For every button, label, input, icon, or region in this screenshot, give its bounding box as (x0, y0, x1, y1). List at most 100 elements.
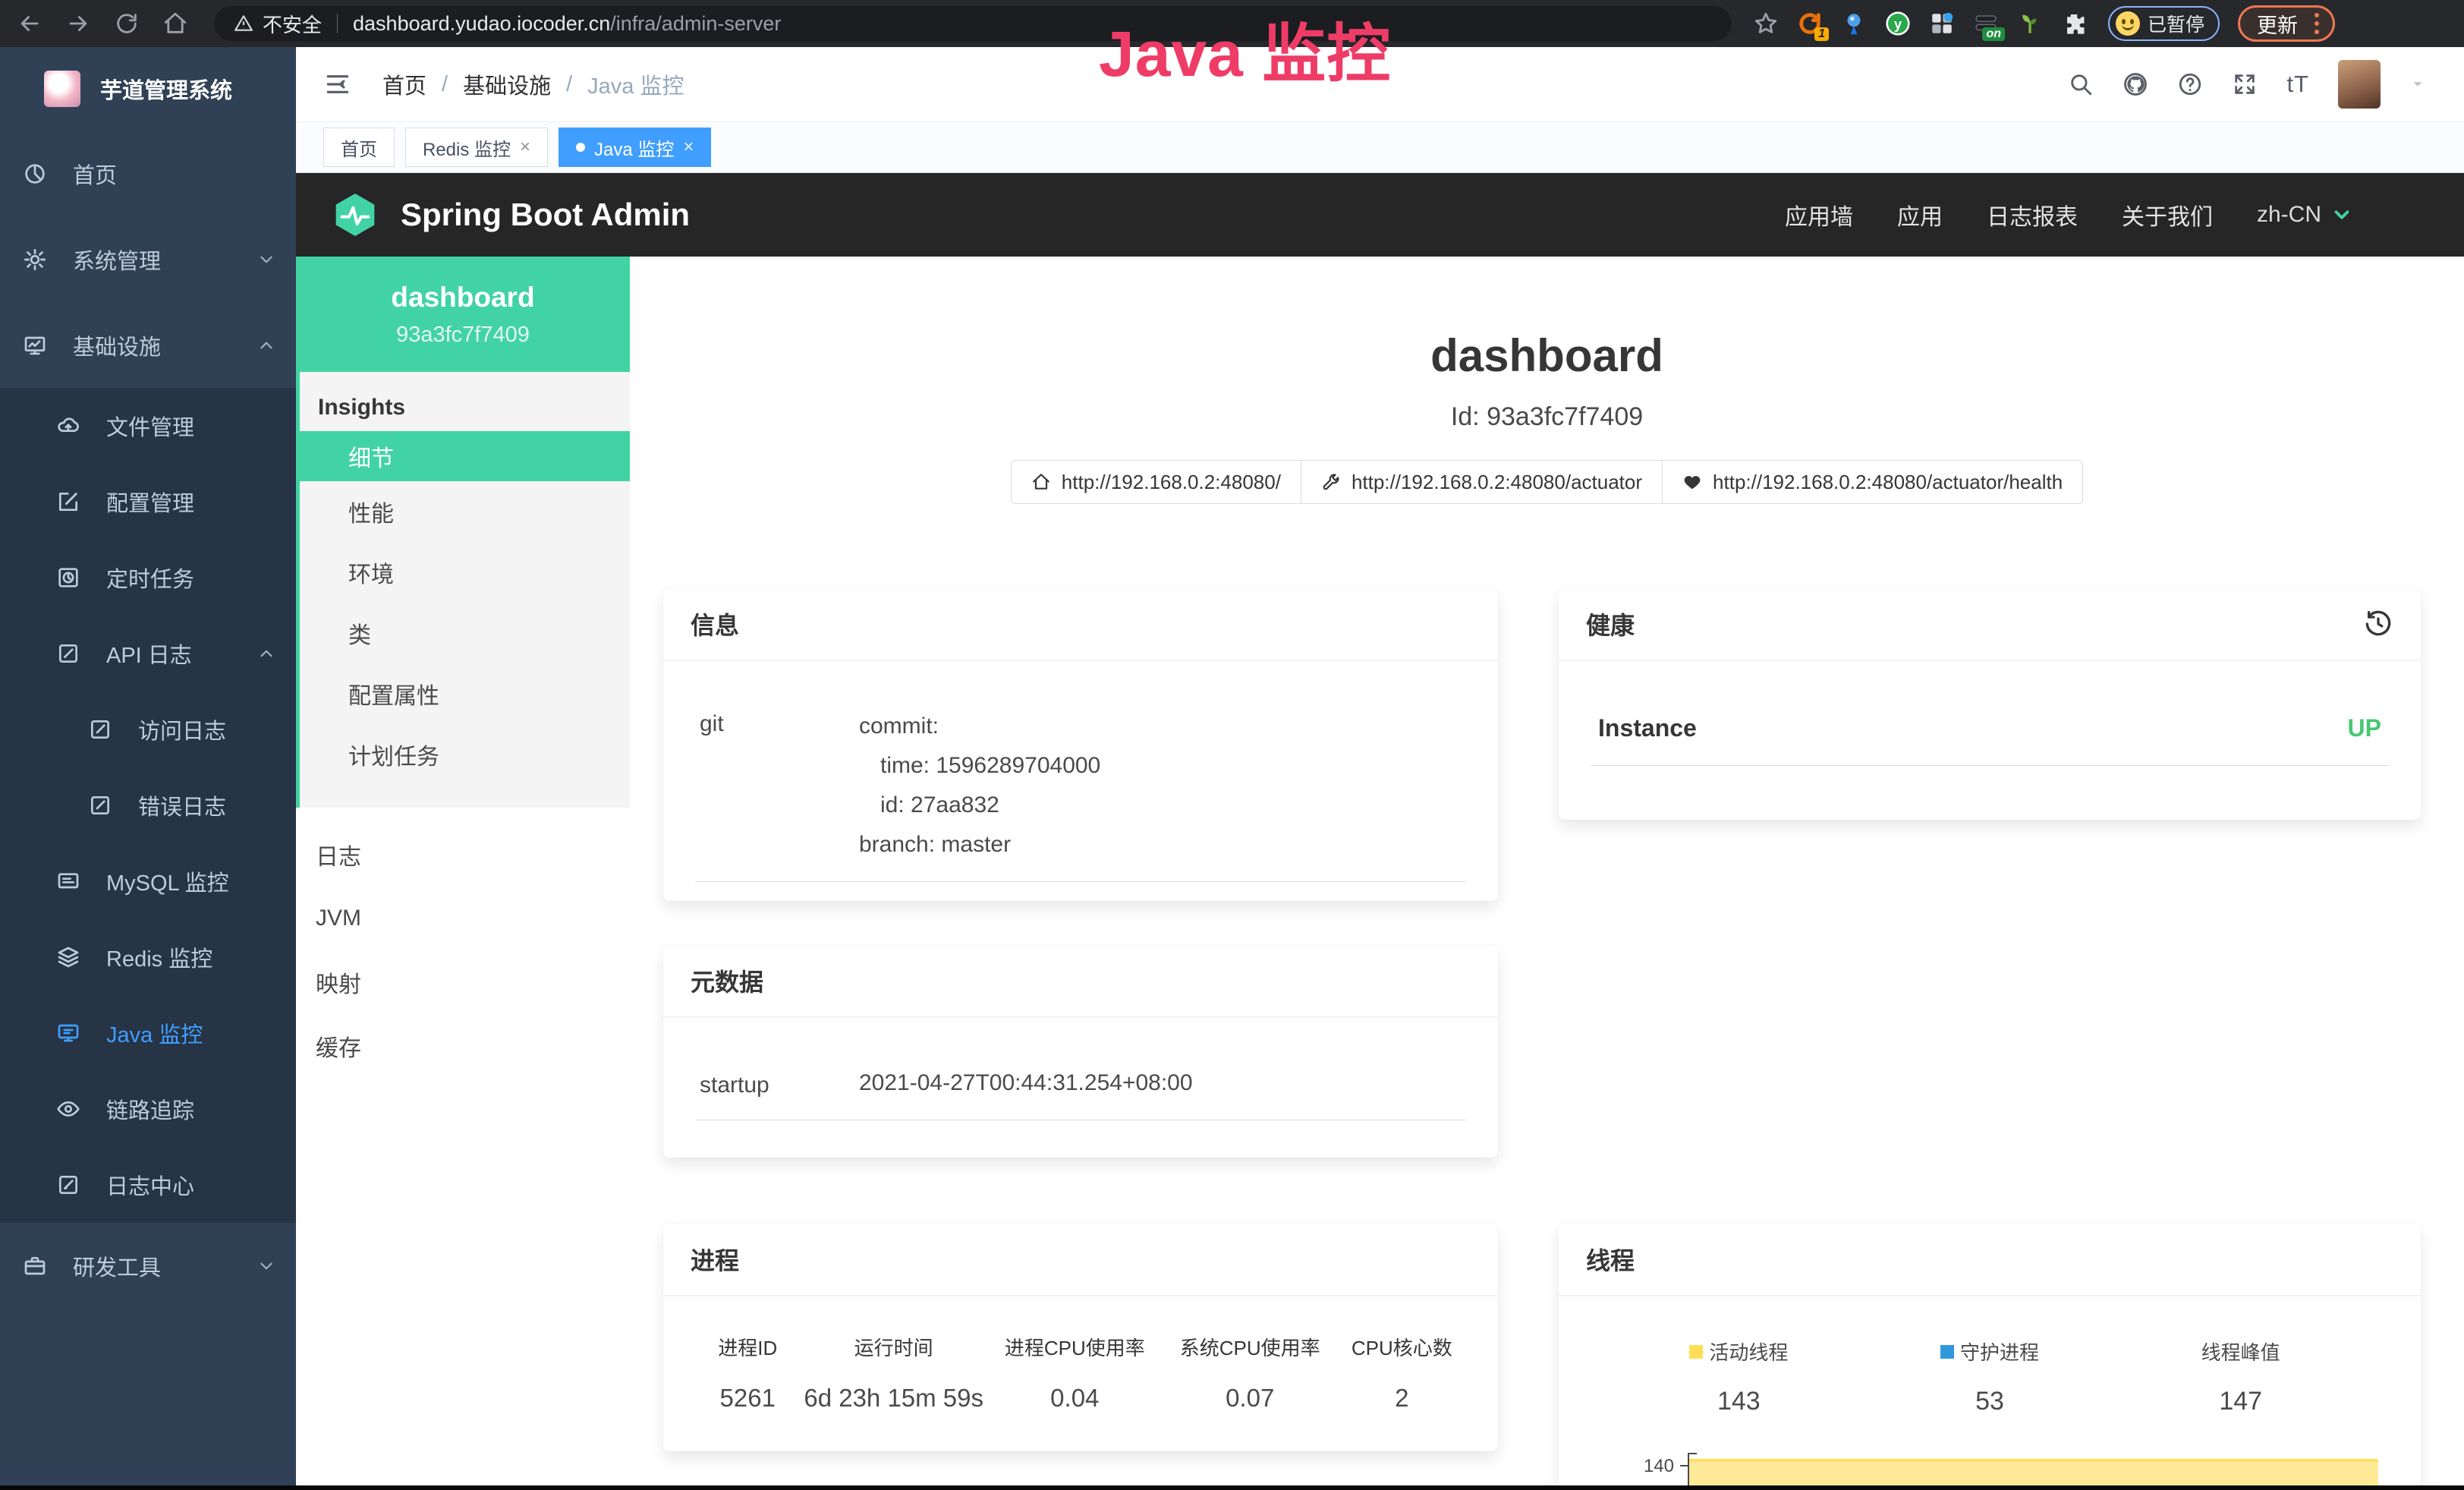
metadata-card-title: 元数据 (663, 945, 1498, 1018)
sidebar-submenu-infrastructure: 文件管理 配置管理 定时任务 API 日志 访问日志 错误日志 MySQL 监控 (0, 388, 296, 1223)
sidebar-item-redis-monitor[interactable]: Redis 监控 (0, 919, 296, 995)
process-card-title: 进程 (663, 1224, 1498, 1296)
font-size-icon[interactable]: tT (2286, 71, 2309, 98)
process-col-process-cpu: 进程CPU使用率 (987, 1333, 1163, 1361)
extension-refresh-icon[interactable]: 1 (1797, 11, 1823, 36)
extension-sprout-icon[interactable] (2017, 11, 2043, 36)
sba-nav-about[interactable]: 关于我们 (2122, 198, 2213, 232)
sba-item-details[interactable]: 细节 (296, 431, 630, 481)
sba-item-classes[interactable]: 类 (300, 603, 630, 663)
sba-body: dashboard 93a3fc7f7409 Insights 细节 性能 环境… (296, 257, 2464, 1490)
chevron-down-icon (2330, 203, 2353, 226)
bookmark-star-icon[interactable] (1753, 11, 1779, 36)
history-icon[interactable] (2363, 609, 2393, 639)
sidebar-item-api-log[interactable]: API 日志 (0, 616, 296, 691)
sidebar-item-infrastructure[interactable]: 基础设施 (0, 302, 296, 388)
sidebar-item-file-management[interactable]: 文件管理 (0, 388, 296, 464)
legend-live-threads: 活动线程 143 (1613, 1337, 1865, 1416)
tab-home[interactable]: 首页 (323, 128, 395, 167)
url-path[interactable]: /infra/admin-server (610, 12, 781, 36)
edit-square-icon (56, 490, 80, 514)
tab-java-monitor[interactable]: Java 监控 × (559, 128, 711, 167)
breadcrumb-home[interactable]: 首页 (382, 68, 426, 100)
process-col-pid: 进程ID (695, 1333, 801, 1361)
search-icon[interactable] (2068, 71, 2094, 97)
sba-item-metrics[interactable]: 性能 (300, 481, 630, 542)
sidebar-item-config-management[interactable]: 配置管理 (0, 464, 296, 540)
extension-puzzle-icon[interactable] (2061, 11, 2087, 36)
extension-y-icon[interactable]: y (1885, 11, 1911, 36)
gear-icon (23, 247, 47, 272)
help-icon[interactable] (2177, 71, 2203, 97)
health-url-button[interactable]: http://192.168.0.2:48080/actuator/health (1662, 460, 2083, 504)
legend-daemon-threads: 守护进程 53 (1865, 1337, 2116, 1416)
info-card: 信息 git commit: time: 1596289704000 id: 2… (663, 588, 1498, 901)
close-icon[interactable]: × (520, 137, 530, 158)
url-host[interactable]: dashboard.yudao.iocoder.cn (353, 12, 610, 36)
sba-locale-select[interactable]: zh-CN (2257, 202, 2353, 228)
sba-nav-wallboard[interactable]: 应用墙 (1785, 198, 1853, 232)
layers-icon (56, 945, 80, 969)
avatar-caret-icon[interactable] (2409, 76, 2426, 93)
fullscreen-icon[interactable] (2232, 71, 2258, 97)
sidebar-item-dev-tools[interactable]: 研发工具 (0, 1223, 296, 1309)
sba-item-scheduled-tasks[interactable]: 计划任务 (300, 724, 630, 785)
sba-item-caches[interactable]: 缓存 (296, 1014, 630, 1078)
legend-swatch-blue (1940, 1345, 1954, 1359)
tag-tabs-bar: 首页 Redis 监控 × Java 监控 × (296, 121, 2464, 173)
extension-badge: 1 (1814, 27, 1829, 41)
metadata-value: 2021-04-27T00:44:31.254+08:00 (859, 1063, 1193, 1103)
browser-menu-icon[interactable] (2310, 13, 2324, 34)
health-instance-row: Instance UP (1591, 687, 2389, 766)
app-logo[interactable]: 芋道管理系统 (0, 47, 296, 131)
actuator-url-button[interactable]: http://192.168.0.2:48080/actuator (1301, 460, 1663, 504)
instance-links: http://192.168.0.2:48080/ http://192.168… (630, 460, 2464, 504)
github-icon[interactable] (2123, 71, 2148, 97)
sba-item-environment[interactable]: 环境 (300, 542, 630, 603)
sidebar-item-access-log[interactable]: 访问日志 (0, 691, 296, 767)
user-avatar[interactable] (2338, 60, 2381, 109)
profile-paused-chip[interactable]: 已暂停 (2108, 6, 2220, 41)
sidebar-item-log-center[interactable]: 日志中心 (0, 1147, 296, 1223)
sidebar-item-mysql-monitor[interactable]: MySQL 监控 (0, 843, 296, 919)
sidebar-item-error-log[interactable]: 错误日志 (0, 767, 296, 843)
extension-onoff-icon[interactable]: on (1973, 11, 1999, 36)
sidebar-item-tracing[interactable]: 链路追踪 (0, 1071, 296, 1147)
close-icon[interactable]: × (683, 137, 694, 158)
heart-icon (1682, 472, 1702, 492)
sidebar-item-java-monitor[interactable]: Java 监控 (0, 995, 296, 1071)
threads-chart: 140 120 100 (1591, 1442, 2389, 1490)
status-badge: UP (2348, 714, 2381, 742)
collapse-sidebar-icon[interactable] (323, 70, 352, 99)
extension-pin-icon[interactable] (1841, 11, 1867, 36)
app-sidebar: 芋道管理系统 首页 系统管理 基础设施 文件管理 配置管理 定时任务 API 日… (0, 47, 296, 1490)
address-bar[interactable]: 不安全 dashboard.yudao.iocoder.cn /infra/ad… (214, 6, 1732, 41)
instance-id: 93a3fc7f7409 (396, 323, 530, 348)
instance-header[interactable]: dashboard 93a3fc7f7409 (296, 257, 630, 372)
service-url-button[interactable]: http://192.168.0.2:48080/ (1011, 460, 1301, 504)
sba-item-logs[interactable]: 日志 (296, 823, 630, 887)
info-value: commit: time: 1596289704000 id: 27aa832 … (859, 707, 1100, 865)
breadcrumb-infrastructure[interactable]: 基础设施 (463, 68, 551, 100)
cpu-cores: 2 (1338, 1384, 1466, 1413)
home-icon (1031, 472, 1051, 492)
extension-grid-icon[interactable] (1929, 11, 1955, 36)
tab-redis-monitor[interactable]: Redis 监控 × (405, 128, 548, 167)
security-label[interactable]: 不安全 (263, 10, 322, 38)
sba-nav-journal[interactable]: 日志报表 (1987, 198, 2078, 232)
sidebar-item-scheduled-jobs[interactable]: 定时任务 (0, 540, 296, 616)
sba-item-config-props[interactable]: 配置属性 (300, 663, 630, 724)
insights-group: Insights 细节 性能 环境 类 配置属性 计划任务 (296, 372, 630, 808)
sba-nav-applications[interactable]: 应用 (1897, 198, 1943, 232)
browser-reload-icon[interactable] (114, 11, 140, 36)
sba-item-jvm[interactable]: JVM (296, 887, 630, 950)
monitor-chart-icon (23, 333, 47, 358)
browser-back-icon[interactable] (17, 11, 42, 36)
browser-update-button[interactable]: 更新 (2238, 5, 2335, 42)
browser-forward-icon[interactable] (65, 11, 91, 36)
sidebar-item-system[interactable]: 系统管理 (0, 216, 296, 302)
browser-home-icon[interactable] (162, 11, 188, 36)
sba-item-mappings[interactable]: 映射 (296, 950, 630, 1014)
sidebar-item-home[interactable]: 首页 (0, 131, 296, 216)
sba-brand[interactable]: Spring Boot Admin (401, 197, 690, 233)
